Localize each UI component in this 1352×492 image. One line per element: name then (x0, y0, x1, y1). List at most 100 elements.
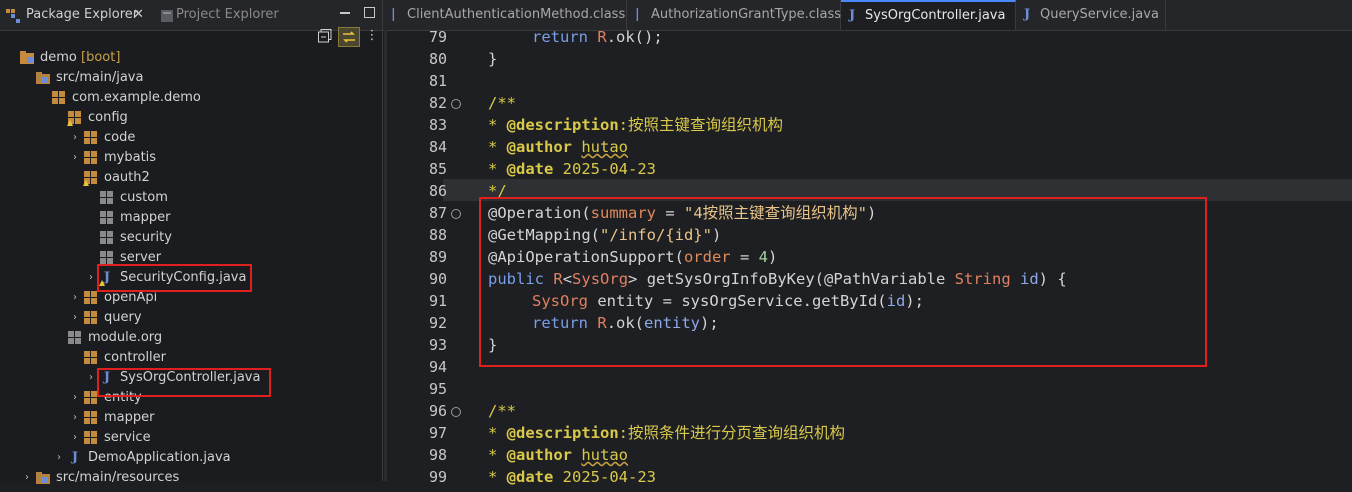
expand-chevron-icon[interactable]: › (86, 268, 96, 288)
tree-item-label: security (120, 230, 172, 245)
tree-item[interactable]: › code (70, 128, 370, 148)
tree-item[interactable]: › query (70, 308, 370, 328)
tree-item[interactable]: › service (70, 428, 370, 448)
expand-chevron-icon[interactable]: › (22, 468, 32, 488)
tab-queryservice[interactable]: J QueryService.java (1016, 0, 1166, 30)
line-number: 82 (428, 94, 447, 112)
line-number: 94 (428, 358, 447, 376)
tree-item-label: DemoApplication.java (88, 450, 231, 465)
line-number: 93 (428, 336, 447, 354)
fold-toggle-icon[interactable] (451, 407, 461, 417)
line-number: 83 (428, 116, 447, 134)
empty-package-icon (100, 251, 114, 265)
line-number: 97 (428, 424, 447, 442)
line-number: 87 (428, 204, 447, 222)
empty-package-icon (100, 211, 114, 225)
tree-item[interactable]: custom (86, 188, 370, 208)
line-number: 92 (428, 314, 447, 332)
tree-item[interactable]: module.org (54, 328, 370, 348)
code-line-80: } (488, 50, 498, 68)
tree-item-label: com.example.demo (72, 90, 201, 105)
line-number: 95 (428, 380, 447, 398)
java-file-icon: J (849, 8, 856, 23)
line-number: 98 (428, 446, 447, 464)
expand-chevron-icon[interactable]: › (86, 368, 96, 388)
line-number: 85 (428, 160, 447, 178)
source-folder-icon (36, 471, 50, 485)
warning-icon (67, 120, 73, 126)
expand-chevron-icon[interactable]: › (70, 308, 80, 328)
line-number: 90 (428, 270, 447, 288)
view-menu-icon[interactable]: ⋮ (362, 27, 382, 45)
expand-chevron-icon[interactable]: › (70, 408, 80, 428)
tree-item[interactable]: mapper (86, 208, 370, 228)
tree-item-label: config (88, 110, 128, 125)
tree-item[interactable]: › J DemoApplication.java (54, 448, 370, 468)
highlight-box-method (479, 197, 1207, 367)
tab-sysorgcontroller[interactable]: J SysOrgController.java (841, 0, 1016, 30)
line-number: 80 (428, 50, 447, 68)
line-number: 79 (428, 28, 447, 46)
code-line-96: /** (488, 402, 516, 420)
tree-item[interactable]: demo [boot] (6, 48, 370, 68)
code-line-97: * @description:按照条件进行分页查询组织机构 (488, 424, 845, 442)
collapse-all-icon[interactable] (315, 27, 335, 45)
tree-item[interactable]: oauth2 (70, 168, 370, 188)
expand-chevron-icon[interactable]: › (70, 428, 80, 448)
tree-item-label: mapper (120, 210, 171, 225)
tree-item[interactable]: config (54, 108, 370, 128)
project-explorer-icon (160, 8, 174, 22)
tab-project-explorer[interactable]: Project Explorer (176, 0, 279, 30)
expand-chevron-icon[interactable]: › (70, 128, 80, 148)
tree-item[interactable]: controller (70, 348, 370, 368)
highlight-box-sysorgcontroller (97, 368, 271, 397)
close-icon[interactable]: ✕ (133, 0, 144, 30)
package-icon (84, 131, 98, 145)
tree-item-label: custom (120, 190, 168, 205)
tree-item[interactable]: › mapper (70, 408, 370, 428)
line-number: 84 (428, 138, 447, 156)
fold-toggle-icon[interactable] (451, 209, 461, 219)
tree-item-label: module.org (88, 330, 163, 345)
editor-left-border (384, 30, 387, 481)
link-with-editor-icon[interactable] (338, 27, 360, 47)
tree-item-label: src/main/java (56, 70, 144, 85)
fold-toggle-icon[interactable] (451, 99, 461, 109)
package-icon (84, 431, 98, 445)
line-number-ruler: 79 80 81 82 83 84 85 86 87 88 89 90 91 92 93 94 95 96 97 98… (397, 28, 461, 486)
minimize-icon[interactable] (340, 6, 350, 16)
tree-item-label: mybatis (104, 150, 157, 165)
expand-chevron-icon[interactable]: › (70, 288, 80, 308)
maximize-icon[interactable] (364, 7, 375, 18)
line-number: 86 (428, 182, 447, 200)
tree-item[interactable]: › mybatis (70, 148, 370, 168)
code-line-98: * @author hutao (488, 446, 629, 464)
package-icon (52, 91, 66, 105)
package-explorer-icon (6, 8, 20, 23)
tree-item[interactable]: com.example.demo (38, 88, 370, 108)
code-line-99: * @date 2025-04-23 (488, 468, 656, 486)
java-file-icon: J (71, 450, 79, 465)
tree-item[interactable]: › src/main/resources (22, 468, 370, 488)
package-icon (84, 411, 98, 425)
tab-package-explorer[interactable]: Package Explorer (26, 0, 138, 30)
tree-item[interactable]: src/main/java (22, 68, 370, 88)
expand-chevron-icon[interactable]: › (54, 448, 64, 468)
code-line-83: * @description:按照主键查询组织机构 (488, 116, 783, 134)
tree-item[interactable]: security (86, 228, 370, 248)
empty-package-icon (68, 331, 82, 345)
code-line-79: return R.ok(); (532, 28, 663, 46)
expand-chevron-icon[interactable]: › (70, 388, 80, 408)
package-icon (84, 311, 98, 325)
tree-item-label: service (104, 430, 151, 445)
tree-item-label: src/main/resources (56, 470, 180, 485)
tree-item-label: mapper (104, 410, 155, 425)
expand-chevron-icon[interactable]: › (70, 148, 80, 168)
package-icon (84, 351, 98, 365)
line-number: 99 (428, 468, 447, 486)
empty-package-icon (100, 191, 114, 205)
empty-package-icon (100, 231, 114, 245)
tree-item-label: query (104, 310, 142, 325)
line-number: 88 (428, 226, 447, 244)
package-explorer-panel: Package Explorer ✕ Project Explorer ⋮ de… (0, 0, 383, 485)
